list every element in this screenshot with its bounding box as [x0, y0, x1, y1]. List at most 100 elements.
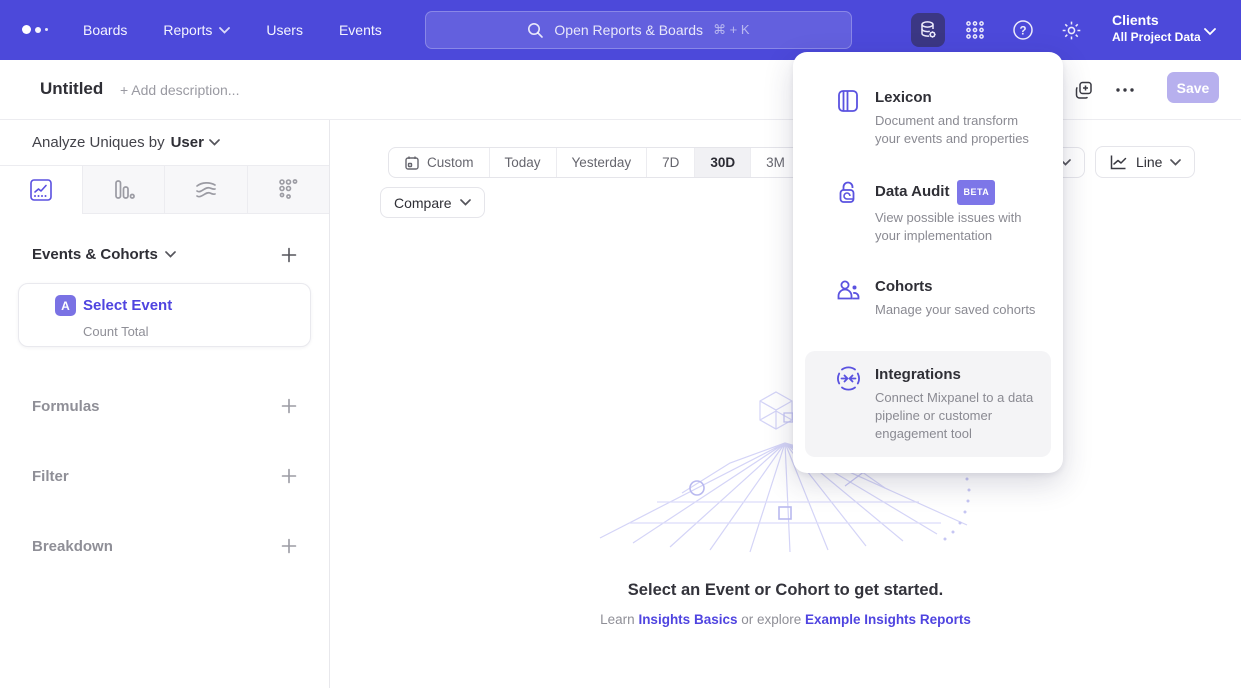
nav-item-label: Reports — [163, 22, 212, 38]
grid-apps-icon — [964, 19, 986, 41]
chevron-down-icon — [1170, 159, 1181, 166]
nav-item-users[interactable]: Users — [266, 22, 303, 38]
mixpanel-insights-page: Boards Reports Users Events Open Reports… — [0, 0, 1241, 688]
chart-canvas-area: Custom Today Yesterday 7D 30D 3M 6M Line… — [330, 120, 1241, 688]
events-cohorts-toggle[interactable]: Events & Cohorts — [32, 246, 176, 263]
report-title[interactable]: Untitled — [40, 79, 103, 99]
database-gear-icon — [917, 19, 939, 41]
chevron-down-icon — [165, 251, 176, 258]
plus-icon — [281, 538, 297, 554]
events-cohorts-header: Events & Cohorts — [32, 246, 297, 263]
chart-type-tabs — [0, 165, 329, 214]
project-chevron-down-icon[interactable] — [1204, 23, 1216, 41]
chevron-down-icon — [219, 27, 230, 34]
analyze-uniques-row: Analyze Uniques by User — [0, 120, 329, 165]
data-management-dropdown: Lexicon Document and transform your even… — [793, 52, 1063, 473]
compare-dropdown[interactable]: Compare — [380, 187, 485, 218]
example-insights-reports-link[interactable]: Example Insights Reports — [805, 612, 971, 627]
add-filter-button[interactable] — [281, 468, 297, 484]
add-breakdown-button[interactable] — [281, 538, 297, 554]
range-label: Custom — [427, 155, 474, 170]
range-label: 3M — [766, 155, 785, 170]
menu-item-title: Cohorts — [875, 277, 933, 297]
primary-nav: Boards Reports Users Events — [83, 0, 382, 60]
chart-style-dropdown[interactable]: Line — [1095, 146, 1195, 178]
line-chart-icon — [28, 177, 54, 203]
ellipsis-icon — [1115, 87, 1135, 93]
metric-icon — [276, 177, 300, 203]
chevron-down-icon — [209, 139, 220, 146]
plus-icon — [281, 398, 297, 414]
insights-basics-link[interactable]: Insights Basics — [638, 612, 737, 627]
events-cohorts-label: Events & Cohorts — [32, 246, 158, 263]
tab-stacked-chart[interactable] — [164, 166, 247, 213]
menu-item-title: Data Audit — [875, 182, 949, 202]
select-event-card[interactable]: A Select Event Count Total — [18, 283, 311, 347]
select-event-label: Select Event — [83, 297, 172, 314]
range-label: Today — [505, 155, 541, 170]
tab-line-chart[interactable] — [0, 166, 82, 213]
project-name: All Project Data — [1112, 29, 1201, 45]
range-yesterday[interactable]: Yesterday — [556, 148, 647, 177]
global-search-input[interactable]: Open Reports & Boards ⌘ + K — [425, 11, 852, 49]
data-audit-icon — [835, 180, 861, 211]
range-today[interactable]: Today — [489, 148, 556, 177]
analyze-entity-dropdown[interactable]: User — [171, 134, 220, 151]
add-formula-button[interactable] — [281, 398, 297, 414]
report-description-placeholder[interactable]: + Add description... — [120, 82, 239, 98]
nav-item-label: Boards — [83, 22, 127, 38]
range-label: 7D — [662, 155, 679, 170]
help-button[interactable]: ? — [1006, 13, 1040, 47]
breakdown-section: Breakdown — [32, 535, 297, 557]
nav-item-label: Users — [266, 22, 303, 38]
integrations-icon — [835, 365, 862, 397]
breakdown-label: Breakdown — [32, 538, 113, 555]
tab-bar-chart[interactable] — [82, 166, 165, 213]
nav-item-reports[interactable]: Reports — [163, 22, 230, 38]
range-7d[interactable]: 7D — [646, 148, 694, 177]
menu-item-description: View possible issues with your implement… — [875, 209, 1043, 245]
menu-item-lexicon[interactable]: Lexicon Document and transform your even… — [805, 88, 1051, 148]
apps-grid-button[interactable] — [958, 13, 992, 47]
menu-item-description: Document and transform your events and p… — [875, 112, 1043, 148]
query-sidebar: Analyze Uniques by User — [0, 120, 330, 688]
menu-item-title: Integrations — [875, 365, 961, 385]
save-button[interactable]: Save — [1167, 72, 1219, 103]
bar-chart-icon — [111, 177, 135, 203]
formulas-label: Formulas — [32, 398, 100, 415]
gear-icon — [1060, 19, 1083, 42]
nav-item-events[interactable]: Events — [339, 22, 382, 38]
duplicate-report-button[interactable] — [1072, 78, 1096, 102]
search-placeholder: Open Reports & Boards — [554, 22, 703, 38]
formulas-section: Formulas — [32, 395, 297, 417]
count-total-label: Count Total — [83, 324, 149, 339]
range-custom[interactable]: Custom — [389, 148, 489, 177]
duplicate-icon — [1074, 80, 1094, 100]
calendar-icon — [404, 155, 420, 171]
help-icon: ? — [1011, 18, 1035, 42]
range-30d-selected[interactable]: 30D — [694, 148, 750, 177]
settings-button[interactable] — [1054, 13, 1088, 47]
compare-label: Compare — [394, 195, 452, 211]
line-style-icon — [1109, 154, 1128, 171]
menu-item-description: Connect Mixpanel to a data pipeline or c… — [875, 389, 1043, 443]
menu-item-data-audit[interactable]: Data Audit BETA View possible issues wit… — [805, 180, 1051, 245]
menu-item-description: Manage your saved cohorts — [875, 301, 1043, 319]
menu-item-integrations[interactable]: Integrations Connect Mixpanel to a data … — [805, 351, 1051, 457]
analyze-prefix-label: Analyze Uniques by — [32, 134, 165, 151]
add-event-button[interactable] — [281, 247, 297, 263]
mixpanel-logo-icon[interactable] — [22, 25, 48, 34]
project-switcher[interactable]: Clients All Project Data — [1112, 11, 1201, 45]
plus-icon — [281, 247, 297, 263]
menu-item-title: Lexicon — [875, 88, 932, 108]
more-options-button[interactable] — [1113, 78, 1137, 102]
subtitle-prefix: Learn — [600, 612, 638, 627]
filter-section: Filter — [32, 465, 297, 487]
svg-text:?: ? — [1019, 25, 1026, 37]
menu-item-cohorts[interactable]: Cohorts Manage your saved cohorts — [805, 277, 1051, 319]
cohorts-icon — [835, 277, 862, 308]
nav-item-boards[interactable]: Boards — [83, 22, 127, 38]
data-management-button[interactable] — [911, 13, 945, 47]
tab-metric-chart[interactable] — [247, 166, 330, 213]
top-navigation-bar: Boards Reports Users Events Open Reports… — [0, 0, 1241, 60]
